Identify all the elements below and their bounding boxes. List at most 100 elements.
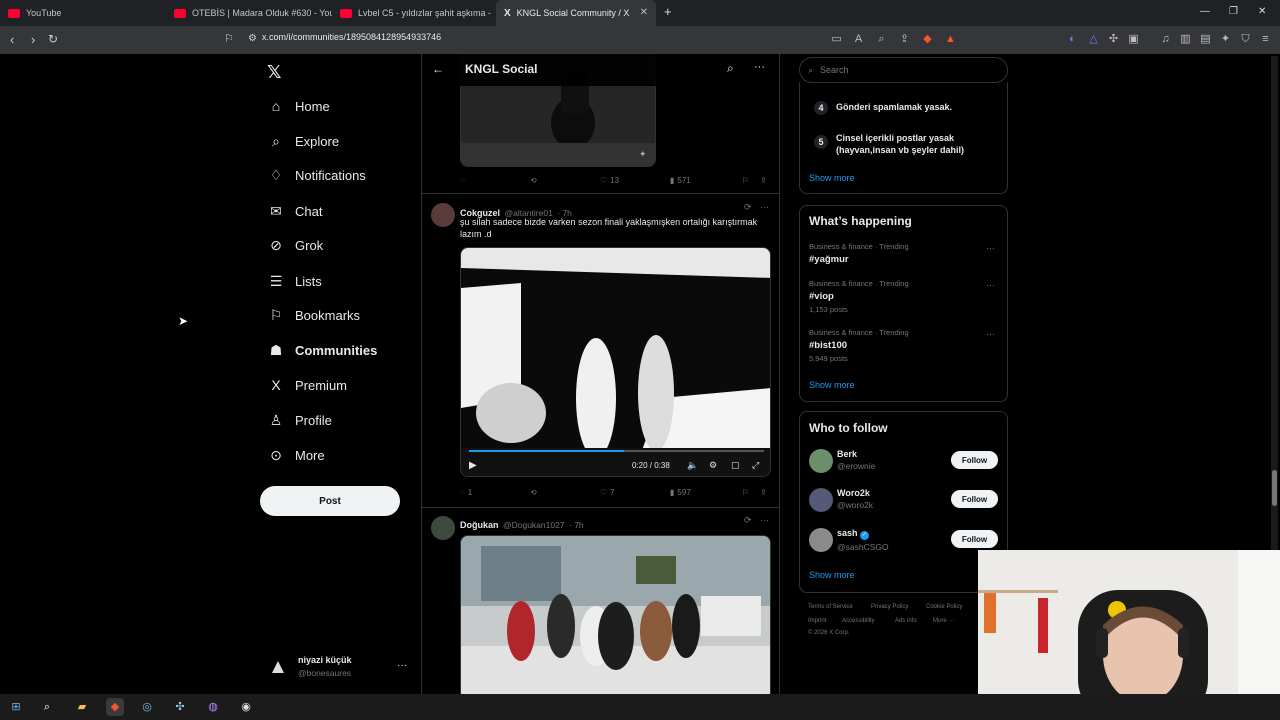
avatar[interactable] [809, 449, 833, 473]
tab-icon[interactable]: ▣ [1127, 33, 1140, 46]
steam-icon[interactable]: ◎ [138, 698, 156, 716]
more-icon[interactable]: ··· [760, 515, 769, 525]
volume-icon[interactable]: 🔈 [687, 460, 698, 471]
share-button[interactable]: ⇪ [760, 176, 767, 185]
forward-icon[interactable]: › [31, 32, 35, 47]
new-tab-icon[interactable]: + [664, 4, 672, 19]
follow-suggestion[interactable]: Berk @erownie [837, 449, 875, 471]
nav-bookmarks[interactable]: ⚐ Bookmarks [266, 304, 360, 326]
play-icon[interactable]: ▶ [469, 460, 477, 471]
footer-link[interactable]: Cookie Policy [926, 604, 962, 610]
author-handle[interactable]: @Dogukan1027 [503, 520, 565, 530]
avatar[interactable] [431, 516, 455, 540]
close-icon[interactable]: ✕ [640, 7, 648, 18]
repost-button[interactable]: ⟲ [530, 488, 537, 497]
restore-icon[interactable]: ❐ [1229, 6, 1238, 17]
browser-tab[interactable]: OTEBİS | Madara Olduk #630 - YouTube [166, 0, 332, 26]
avatar[interactable] [809, 488, 833, 512]
follow-button[interactable]: Follow [951, 490, 998, 508]
reply-button[interactable]: ◌ 1 [460, 488, 472, 497]
nav-notifications[interactable]: ♢ Notifications [266, 164, 366, 186]
author-name[interactable]: Doğukan [460, 520, 499, 530]
extension-icon[interactable]: △ [1087, 33, 1100, 46]
nav-more[interactable]: ⊙ More [266, 444, 325, 466]
pip-icon[interactable]: ▢ [731, 460, 740, 471]
fullscreen-icon[interactable]: ⤢ [752, 460, 759, 471]
grok-icon[interactable]: ⟳ [744, 515, 752, 526]
translate-icon[interactable]: A [852, 33, 865, 46]
trend-item[interactable]: Business & finance · Trending #yağmur [809, 242, 909, 265]
reply-button[interactable]: ◌ [460, 176, 468, 185]
app-icon[interactable]: ◉ [237, 698, 255, 716]
windows-start-icon[interactable]: ⊞ [7, 698, 25, 716]
account-menu-icon[interactable]: ··· [397, 660, 407, 671]
bookmark-button[interactable]: ⚐ [742, 176, 749, 185]
more-icon[interactable]: ··· [760, 202, 769, 212]
rewards-icon[interactable]: ▲ [944, 33, 957, 46]
search-input[interactable]: ⌕ Search [799, 57, 1008, 83]
sidebar-icon[interactable]: ▥ [1179, 33, 1192, 46]
reload-icon[interactable]: ↻ [48, 32, 58, 46]
views-button[interactable]: ▮ 597 [670, 488, 691, 497]
share-icon[interactable]: ⇪ [898, 33, 911, 46]
views-button[interactable]: ▮ 571 [670, 176, 691, 185]
footer-link[interactable]: Accessibility [842, 618, 875, 624]
post-video[interactable] [460, 535, 771, 694]
wallet-icon[interactable]: ▤ [1199, 33, 1212, 46]
discord-icon[interactable]: ◍ [204, 698, 222, 716]
follow-suggestion[interactable]: Woro2k @woro2k [837, 488, 873, 510]
brave-shield-icon[interactable]: ◆ [921, 33, 934, 46]
nav-profile[interactable]: ♙ Profile [266, 409, 332, 431]
post-button[interactable]: Post [260, 486, 400, 516]
search-icon[interactable]: ⌕ [727, 61, 734, 76]
url-field[interactable]: x.com/i/communities/1895084128954933746 [262, 32, 441, 42]
settings-icon[interactable]: ⚙ [709, 460, 717, 471]
back-arrow-icon[interactable]: ← [432, 62, 444, 76]
show-more-link[interactable]: Show more [809, 380, 855, 390]
grok-icon[interactable]: ⟳ [744, 202, 752, 213]
app-icon[interactable]: ✣ [171, 698, 189, 716]
nav-lists[interactable]: ☰ Lists [266, 270, 322, 292]
zoom-icon[interactable]: ⌕ [875, 33, 888, 46]
vpn-icon[interactable]: ⛉ [1239, 33, 1252, 46]
footer-link[interactable]: Imprint [808, 618, 826, 624]
nav-home[interactable]: ⌂ Home [266, 95, 330, 117]
browser-tab[interactable]: Lvbel C5 - yıldızlar şahit aşkıma - [332, 0, 494, 26]
puzzle-icon[interactable]: ✣ [1107, 33, 1120, 46]
footer-link[interactable]: Terms of Service [808, 604, 853, 610]
x-logo-icon[interactable]: 𝕏 [267, 62, 282, 83]
menu-icon[interactable]: ≡ [1259, 33, 1272, 46]
bookmark-page-icon[interactable]: ⚐ [224, 32, 234, 45]
scrollbar-thumb[interactable] [1272, 470, 1277, 506]
follow-suggestion[interactable]: sash ✓ @sashCSGO [837, 528, 889, 552]
back-icon[interactable]: ‹ [10, 32, 14, 47]
post-video[interactable]: ▶ 0:20 / 0:38 🔈 ⚙ ▢ ⤢ [460, 247, 771, 477]
like-button[interactable]: ♡ 13 [600, 176, 619, 185]
cast-icon[interactable]: ▭ [830, 33, 843, 46]
avatar[interactable] [809, 528, 833, 552]
trend-item[interactable]: Business & finance · Trending #viop 1,15… [809, 279, 909, 314]
search-icon[interactable]: ⌕ [38, 698, 56, 716]
trend-item[interactable]: Business & finance · Trending #bist100 5… [809, 328, 909, 363]
follow-button[interactable]: Follow [951, 451, 998, 469]
follow-button[interactable]: Follow [951, 530, 998, 548]
footer-link[interactable]: Privacy Policy [871, 604, 908, 610]
more-icon[interactable]: ··· [986, 280, 995, 290]
nav-chat[interactable]: ✉ Chat [266, 200, 322, 222]
nav-premium[interactable]: X Premium [266, 374, 347, 396]
site-info-icon[interactable]: ⚙ [248, 33, 257, 44]
minimize-icon[interactable]: — [1200, 6, 1210, 17]
music-icon[interactable]: ♫ [1159, 33, 1172, 46]
file-explorer-icon[interactable]: ▰ [73, 698, 91, 716]
footer-link[interactable]: Ads info [895, 618, 917, 624]
show-more-link[interactable]: Show more [809, 570, 855, 580]
ai-icon[interactable]: ✦ [1219, 33, 1232, 46]
extension-icon[interactable]: ◐ [1066, 33, 1079, 46]
avatar[interactable] [270, 659, 286, 675]
browser-tab[interactable]: YouTube [0, 0, 170, 26]
nav-grok[interactable]: ⊘ Grok [266, 234, 323, 256]
avatar[interactable] [431, 203, 455, 227]
share-button[interactable]: ⇪ [760, 488, 767, 497]
post-time[interactable]: · 7h [569, 520, 584, 530]
window-close-icon[interactable]: ✕ [1258, 6, 1266, 17]
